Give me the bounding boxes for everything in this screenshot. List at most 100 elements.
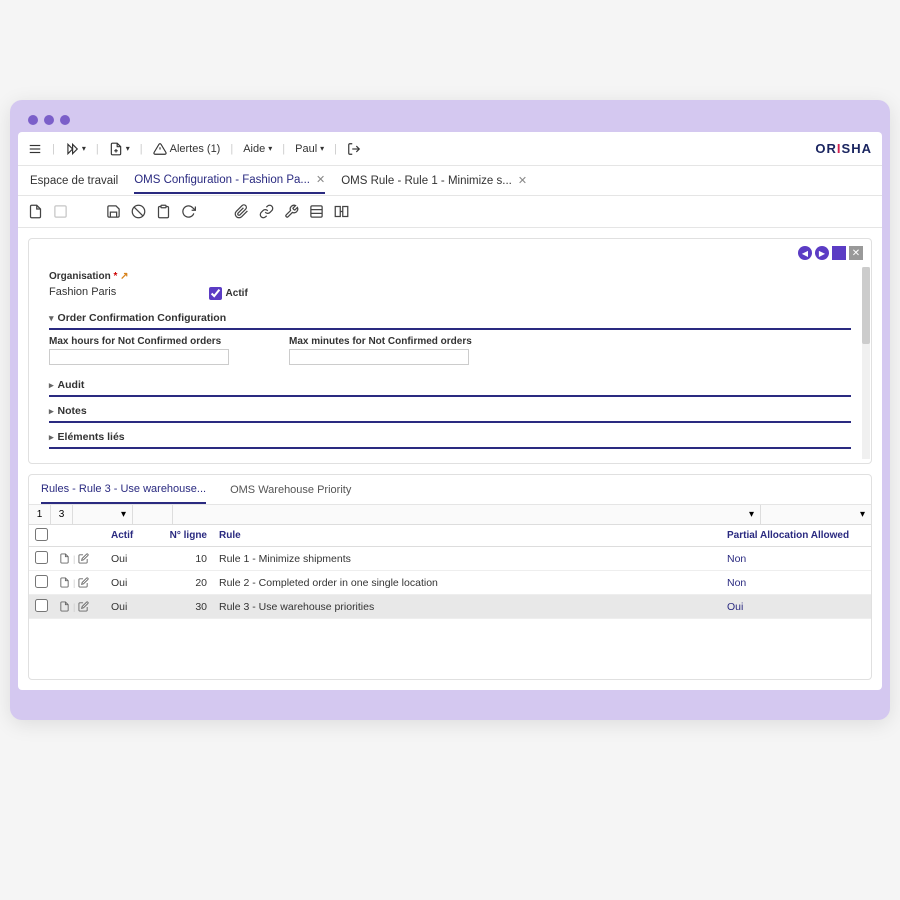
attachment-icon[interactable] [234, 204, 249, 219]
refresh-icon[interactable] [181, 204, 196, 219]
chevron-down-icon: ▾ [49, 313, 54, 324]
window-dot-close[interactable] [28, 115, 38, 125]
page-current: 1 [29, 505, 51, 524]
section-order-confirmation[interactable]: ▾ Order Confirmation Configuration [49, 308, 851, 330]
edit-icon[interactable] [78, 553, 89, 564]
cell-partial: Non [721, 553, 871, 565]
chevron-down-icon: ▾ [121, 509, 126, 520]
row-checkbox[interactable] [35, 575, 48, 588]
titlebar [18, 108, 882, 132]
close-panel-button[interactable]: ✕ [849, 246, 863, 260]
section-audit[interactable]: ▸ Audit [49, 375, 851, 397]
chevron-down-icon: ▾ [749, 509, 754, 520]
section-notes[interactable]: ▸ Notes [49, 401, 851, 423]
cell-rule: Rule 3 - Use warehouse priorities [213, 601, 721, 613]
chevron-right-icon: ▸ [49, 406, 54, 417]
open-icon[interactable] [59, 577, 70, 588]
chevron-right-icon: ▸ [49, 432, 54, 443]
close-icon[interactable]: ✕ [316, 173, 325, 186]
filter-cell[interactable] [133, 505, 173, 524]
tab-oms-config[interactable]: OMS Configuration - Fashion Pa... ✕ [134, 167, 325, 194]
filter-dropdown-1[interactable]: ▾ [73, 505, 133, 524]
cancel-icon[interactable] [131, 204, 146, 219]
chevron-right-icon: ▸ [49, 380, 54, 391]
new-document-icon[interactable]: ▾ [109, 142, 130, 156]
alerts-label: Alertes (1) [170, 143, 221, 155]
app-frame: | ▾ | ▾ | Alertes (1) | Aide ▾ | Paul [10, 100, 890, 720]
max-hours-input[interactable] [49, 349, 229, 365]
panel-header: ◀ ▶ ✕ [29, 239, 871, 267]
tab-label: OMS Configuration - Fashion Pa... [134, 174, 310, 186]
table-row[interactable]: | Oui 30 Rule 3 - Use warehouse prioriti… [29, 595, 871, 619]
prev-button[interactable]: ◀ [798, 246, 812, 260]
cell-partial: Oui [721, 601, 871, 613]
help-button[interactable]: Aide ▾ [243, 143, 272, 155]
tab-bar: Espace de travail OMS Configuration - Fa… [18, 166, 882, 196]
main-toolbar: | ▾ | ▾ | Alertes (1) | Aide ▾ | Paul [18, 132, 882, 166]
action-bar [18, 196, 882, 228]
filter-dropdown-2[interactable]: ▾ [173, 505, 761, 524]
max-hours-label: Max hours for Not Confirmed orders [49, 336, 229, 347]
cell-actif: Oui [105, 553, 161, 565]
scrollbar[interactable] [862, 267, 870, 459]
edit-icon[interactable] [78, 601, 89, 612]
cell-rule: Rule 1 - Minimize shipments [213, 553, 721, 565]
table-body: | Oui 10 Rule 1 - Minimize shipments Non… [29, 547, 871, 619]
window-dot-zoom[interactable] [60, 115, 70, 125]
subtab-rules[interactable]: Rules - Rule 3 - Use warehouse... [41, 476, 206, 504]
tab-oms-rule[interactable]: OMS Rule - Rule 1 - Minimize s... ✕ [341, 168, 527, 193]
open-icon[interactable] [59, 553, 70, 564]
cell-rule: Rule 2 - Completed order in one single l… [213, 577, 721, 589]
tool-icon[interactable] [284, 204, 299, 219]
list-icon[interactable] [309, 204, 324, 219]
next-button[interactable]: ▶ [815, 246, 829, 260]
tab-label: Espace de travail [30, 175, 118, 187]
tab-workspace[interactable]: Espace de travail [30, 169, 118, 193]
actif-checkbox[interactable]: Actif [209, 287, 248, 300]
col-partial[interactable]: Partial Allocation Allowed [721, 530, 871, 541]
select-all-checkbox[interactable] [35, 528, 48, 541]
logout-icon[interactable] [347, 142, 361, 156]
col-rule[interactable]: Rule [213, 530, 721, 541]
subtab-bar: Rules - Rule 3 - Use warehouse... OMS Wa… [29, 475, 871, 505]
cell-partial: Non [721, 577, 871, 589]
filter-dropdown-3[interactable]: ▾ [761, 505, 871, 524]
table-row[interactable]: | Oui 20 Rule 2 - Completed order in one… [29, 571, 871, 595]
help-label: Aide [243, 143, 265, 155]
window: | ▾ | ▾ | Alertes (1) | Aide ▾ | Paul [18, 132, 882, 690]
user-button[interactable]: Paul ▾ [295, 143, 324, 155]
cell-line: 20 [161, 577, 213, 589]
col-actif[interactable]: Actif [105, 530, 161, 541]
cell-line: 30 [161, 601, 213, 613]
subtab-warehouse-priority[interactable]: OMS Warehouse Priority [230, 477, 351, 503]
rules-panel: Rules - Rule 3 - Use warehouse... OMS Wa… [28, 474, 872, 680]
clipboard-icon[interactable] [156, 204, 171, 219]
table-header: Actif N° ligne Rule Partial Allocation A… [29, 525, 871, 547]
new-icon[interactable] [28, 204, 43, 219]
save-icon[interactable] [106, 204, 121, 219]
org-label: Organisation * ↗ [49, 271, 129, 282]
max-minutes-input[interactable] [289, 349, 469, 365]
transfer-icon[interactable] [334, 204, 349, 219]
section-linked[interactable]: ▸ Eléments liés [49, 427, 851, 449]
max-minutes-label: Max minutes for Not Confirmed orders [289, 336, 472, 347]
menu-icon[interactable] [28, 142, 42, 156]
edit-icon[interactable] [78, 577, 89, 588]
actif-checkbox-input[interactable] [209, 287, 222, 300]
maximize-button[interactable] [832, 246, 846, 260]
user-label: Paul [295, 143, 317, 155]
window-dot-minimize[interactable] [44, 115, 54, 125]
table-row[interactable]: | Oui 10 Rule 1 - Minimize shipments Non [29, 547, 871, 571]
row-checkbox[interactable] [35, 551, 48, 564]
alerts-button[interactable]: Alertes (1) [153, 142, 221, 156]
link-icon[interactable] [259, 204, 274, 219]
col-line[interactable]: N° ligne [161, 530, 213, 541]
close-icon[interactable]: ✕ [518, 174, 527, 187]
org-value: Fashion Paris [49, 284, 129, 300]
fast-forward-icon[interactable]: ▾ [65, 142, 86, 156]
page-total: 3 [51, 505, 73, 524]
row-checkbox[interactable] [35, 599, 48, 612]
brand-logo: ORISHA [815, 141, 872, 156]
cell-actif: Oui [105, 577, 161, 589]
open-icon[interactable] [59, 601, 70, 612]
